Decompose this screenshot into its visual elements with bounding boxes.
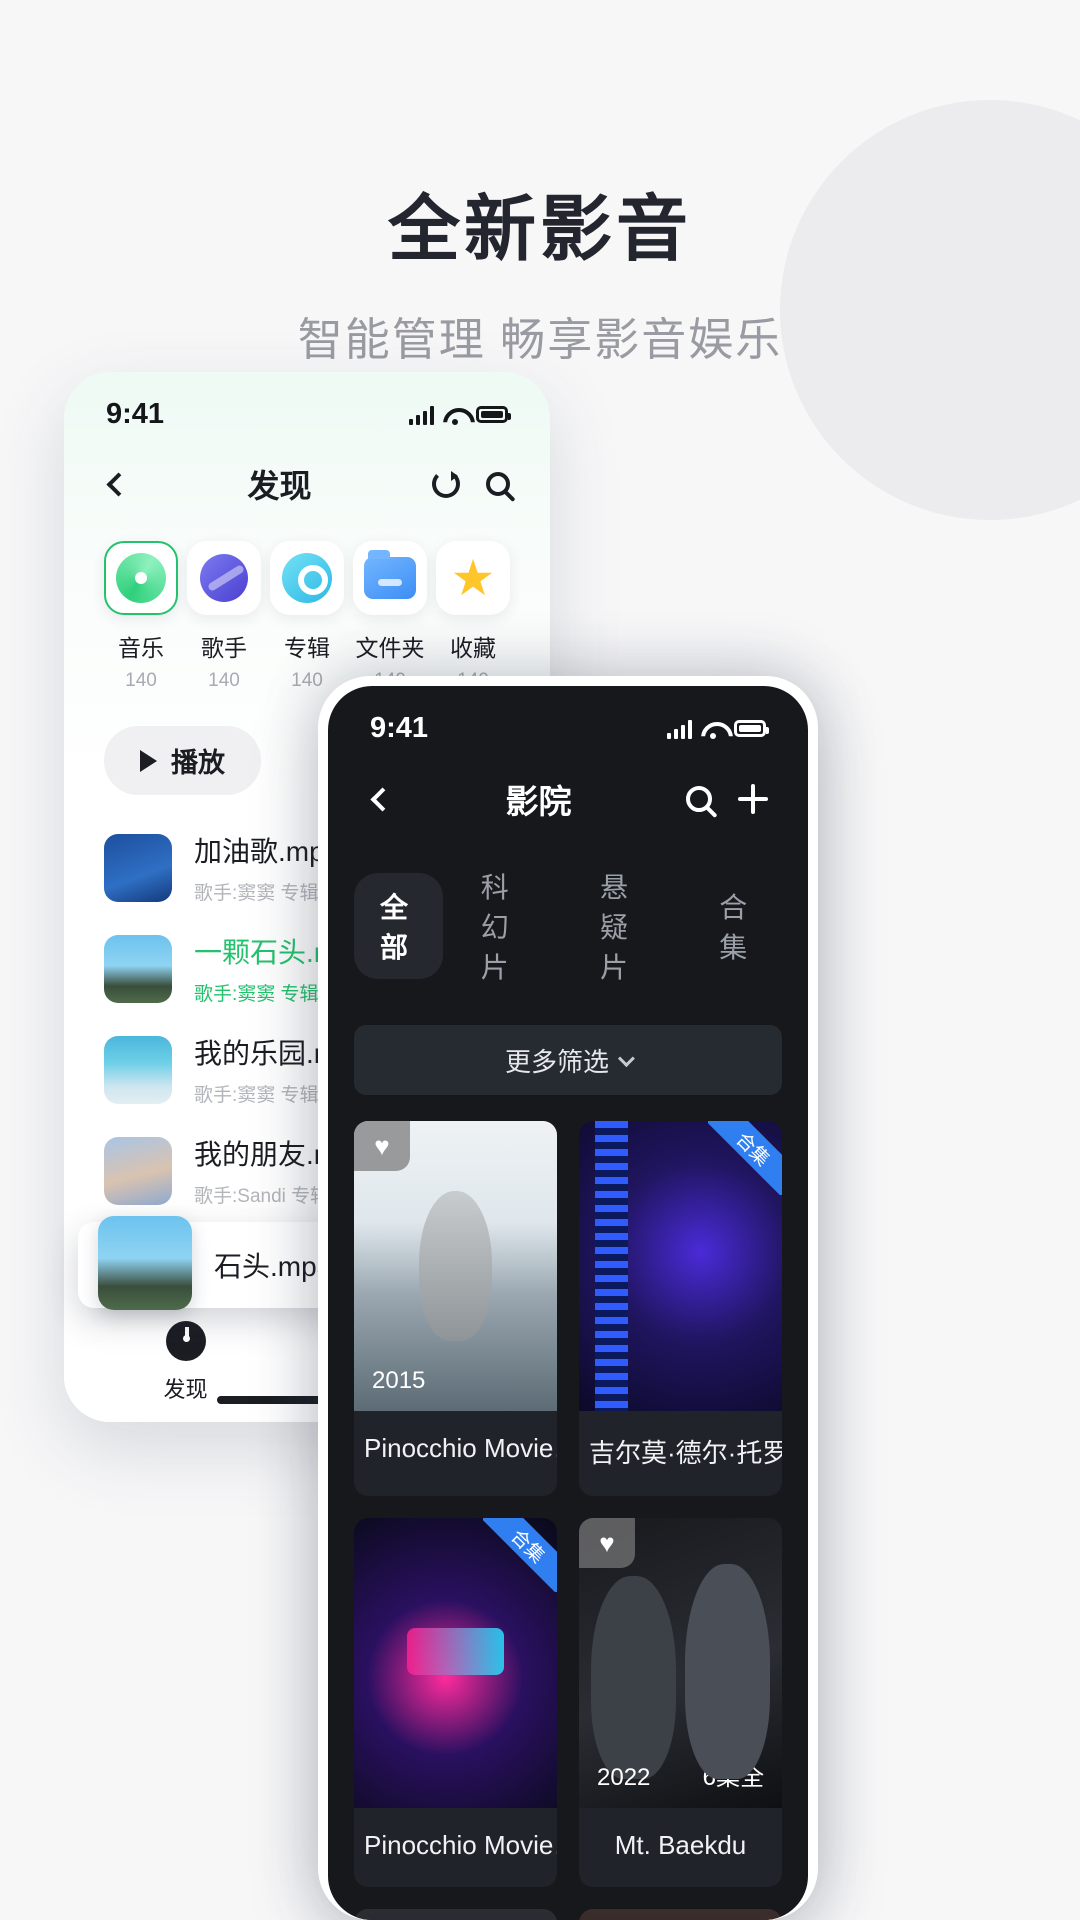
music-nav-bar: 发现 — [64, 431, 550, 507]
movie-card[interactable]: ♥ 2015 Pinocchio Movie… — [354, 1121, 557, 1496]
music-nav-title: 发现 — [247, 468, 312, 504]
refresh-icon[interactable] — [431, 470, 460, 498]
star-icon: ★ — [450, 550, 496, 606]
favorite-badge[interactable]: ♥ — [579, 1518, 635, 1568]
movie-title: Pinocchio Movie… — [364, 1433, 557, 1463]
movie-poster: 合集 — [579, 1121, 782, 1411]
category-count: 140 — [125, 670, 157, 691]
movie-card[interactable] — [579, 1909, 782, 1920]
search-icon[interactable] — [686, 786, 712, 812]
movie-episodes: 6集全 — [702, 1764, 764, 1791]
status-time: 9:41 — [370, 712, 429, 744]
album-tile — [270, 541, 344, 615]
movie-grid: ♥ 2015 Pinocchio Movie… 合集 吉尔莫·德尔·托罗… 合集… — [328, 1095, 808, 1920]
tab-collection[interactable]: 合集 — [693, 873, 782, 979]
category-folder[interactable]: 文件夹 140 — [353, 541, 427, 692]
tab-label: 发现 — [163, 1376, 208, 1402]
battery-icon — [734, 720, 769, 737]
category-label: 音乐 — [118, 635, 164, 661]
disc-icon — [165, 1320, 206, 1361]
heart-icon: ♥ — [374, 1131, 390, 1161]
folder-icon — [364, 550, 416, 599]
collection-ribbon: 合集 — [483, 1518, 557, 1592]
category-label: 专辑 — [284, 635, 330, 661]
category-count: 140 — [208, 670, 240, 691]
wifi-icon — [701, 720, 725, 739]
filter-tab-row: 全部 科幻片 悬疑片 合集 — [328, 823, 808, 999]
cellular-signal-icon — [409, 405, 434, 425]
dragged-song-title: 石头.mp3 — [214, 1251, 333, 1282]
music-disc-icon — [116, 553, 166, 603]
artist-sphere-icon — [200, 554, 248, 602]
collection-ribbon: 合集 — [708, 1121, 782, 1195]
movie-title: Pinocchio Movie… — [364, 1830, 557, 1860]
tab-mystery[interactable]: 悬疑片 — [574, 853, 681, 999]
category-artist[interactable]: 歌手 140 — [187, 541, 261, 692]
heart-icon: ♥ — [599, 1528, 615, 1558]
tab-all[interactable]: 全部 — [354, 873, 443, 979]
album-art — [104, 1136, 172, 1205]
movie-card[interactable]: ♥ 2022 6集全 Mt. Baekdu — [579, 1518, 782, 1887]
category-label: 歌手 — [201, 635, 247, 661]
more-filter-button[interactable]: 更多筛选 — [354, 1025, 782, 1095]
status-time: 9:41 — [106, 398, 165, 430]
movie-year: 2022 — [597, 1764, 651, 1791]
movie-poster: 合集 — [354, 1518, 557, 1808]
play-icon — [140, 749, 157, 772]
favorites-tile: ★ — [436, 541, 510, 615]
album-art — [104, 833, 172, 902]
tab-scifi[interactable]: 科幻片 — [455, 853, 562, 999]
back-icon[interactable] — [370, 786, 395, 812]
more-filter-label: 更多筛选 — [504, 1046, 609, 1077]
category-favorites[interactable]: ★ 收藏 140 — [436, 541, 510, 692]
movie-poster — [354, 1909, 557, 1920]
status-bar: 9:41 — [328, 686, 808, 745]
category-label: 文件夹 — [355, 635, 425, 661]
music-tile — [104, 541, 178, 615]
movie-card[interactable]: 合集 吉尔莫·德尔·托罗… — [579, 1121, 782, 1496]
album-disc-icon — [282, 553, 332, 603]
favorite-badge[interactable]: ♥ — [354, 1121, 410, 1171]
album-art — [98, 1216, 192, 1310]
page-subtitle: 智能管理 畅享影音娱乐 — [297, 314, 783, 365]
movie-poster: ♥ 2022 6集全 — [579, 1518, 782, 1808]
video-nav-title: 影院 — [505, 783, 572, 820]
category-count: 140 — [291, 670, 323, 691]
folder-tile — [353, 541, 427, 615]
category-row: 音乐 140 歌手 140 专辑 140 文件夹 140 ★ 收藏 140 — [64, 507, 550, 692]
album-art — [104, 934, 172, 1003]
category-album[interactable]: 专辑 140 — [270, 541, 344, 692]
add-icon[interactable] — [738, 784, 768, 814]
status-bar: 9:41 — [64, 372, 550, 431]
hero-section: 全新影音 智能管理 畅享影音娱乐 — [0, 0, 1080, 368]
category-label: 收藏 — [450, 635, 496, 661]
chevron-down-icon — [617, 1050, 635, 1068]
page-title: 全新影音 — [387, 190, 692, 270]
movie-title: 吉尔莫·德尔·托罗… — [589, 1438, 782, 1468]
play-button[interactable]: 播放 — [104, 726, 261, 795]
play-button-label: 播放 — [171, 748, 225, 778]
movie-title: Mt. Baekdu — [614, 1830, 747, 1860]
category-music[interactable]: 音乐 140 — [104, 541, 178, 692]
back-icon[interactable] — [106, 471, 131, 497]
video-phone-mockup: 9:41 影院 全部 科幻片 悬疑片 合集 更多筛选 ♥ 2015 Pinocc… — [318, 676, 818, 1920]
movie-poster: ♥ 2015 — [354, 1121, 557, 1411]
artist-tile — [187, 541, 261, 615]
collection-ribbon-label: 合集 — [708, 1121, 782, 1195]
album-art — [104, 1035, 172, 1104]
wifi-icon — [443, 406, 467, 425]
movie-poster — [579, 1909, 782, 1920]
movie-year: 2015 — [372, 1367, 426, 1394]
movie-card[interactable] — [354, 1909, 557, 1920]
video-nav-bar: 影院 — [328, 745, 808, 823]
collection-ribbon-label: 合集 — [483, 1518, 557, 1592]
battery-icon — [476, 406, 511, 423]
cellular-signal-icon — [667, 719, 692, 739]
search-icon[interactable] — [485, 472, 510, 496]
movie-card[interactable]: 合集 Pinocchio Movie… — [354, 1518, 557, 1887]
